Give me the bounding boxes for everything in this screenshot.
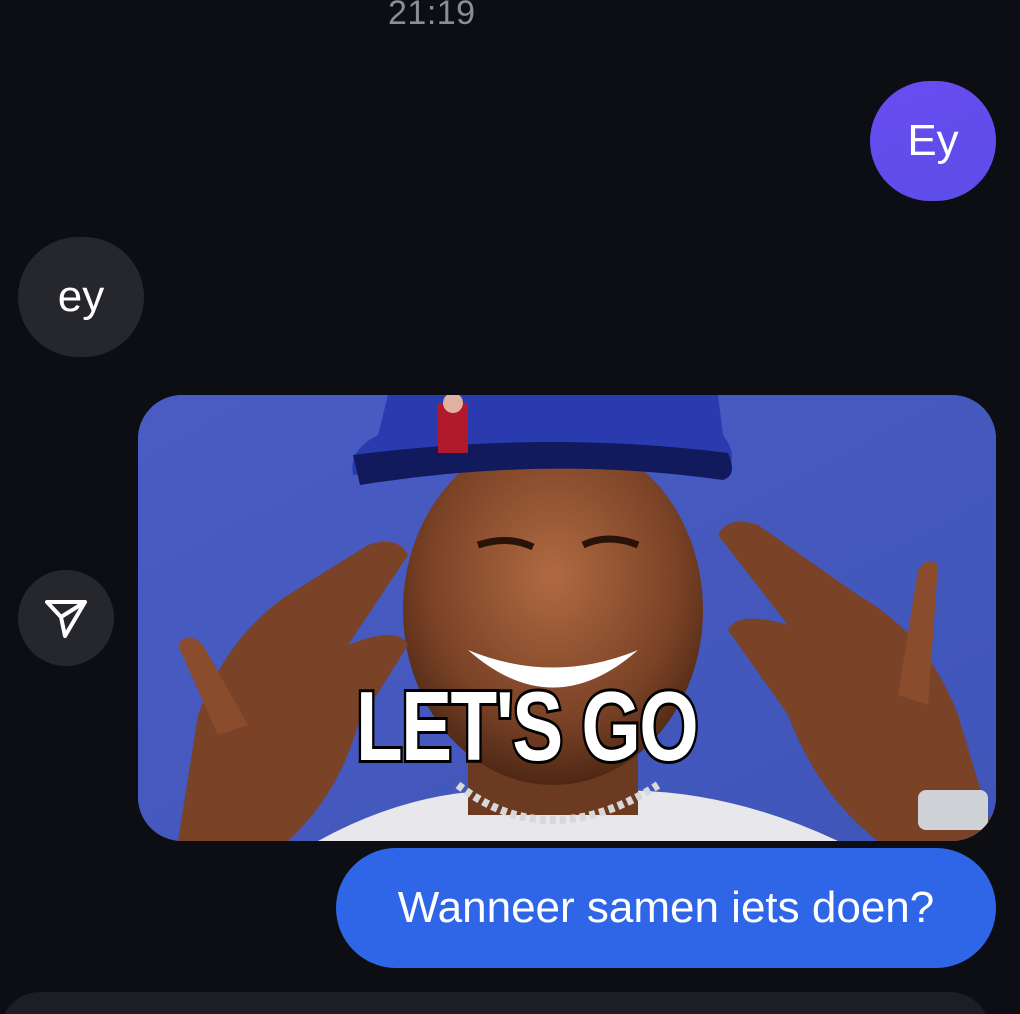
chat-screen: 21:19 Ey ey LET'S GO Wanneer samen iets … (0, 0, 1020, 1014)
message-text: Wanneer samen iets doen? (397, 883, 935, 932)
share-button[interactable] (18, 570, 114, 666)
outgoing-message-bubble[interactable]: Ey (870, 81, 996, 201)
meme-caption: LET'S GO (354, 668, 701, 784)
message-text: Ey (907, 116, 959, 165)
outgoing-message-bubble[interactable]: Wanneer samen iets doen? (336, 848, 996, 968)
paper-plane-icon (45, 600, 87, 638)
message-composer[interactable] (0, 992, 990, 1014)
message-text: ey (57, 272, 105, 321)
message-timestamp: 21:19 (388, 0, 476, 32)
incoming-message-bubble[interactable]: ey (18, 237, 144, 357)
image-message[interactable]: LET'S GO (138, 395, 996, 841)
